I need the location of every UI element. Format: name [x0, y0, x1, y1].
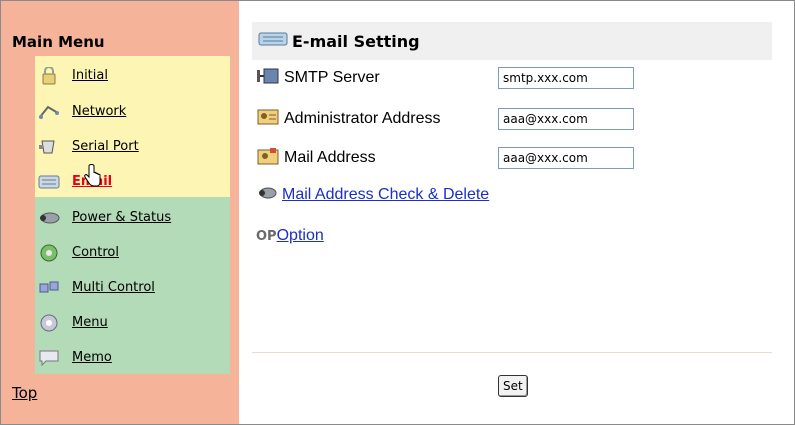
option-link[interactable]: Option — [277, 227, 324, 245]
sidebar-item-label[interactable]: Network — [72, 104, 126, 119]
sidebar-title: Main Menu — [12, 33, 105, 51]
sidebar-item-menu[interactable]: Menu — [38, 305, 228, 340]
serial-port-icon — [38, 138, 60, 156]
sidebar-item-multi-control[interactable]: Multi Control — [38, 270, 228, 305]
top-link[interactable]: Top — [12, 384, 37, 402]
sidebar-item-power-status[interactable]: Power & Status — [38, 200, 228, 235]
hand-cursor-icon — [83, 164, 103, 192]
menu-icon — [38, 314, 60, 332]
control-icon — [38, 244, 60, 262]
option-icon: OP — [256, 228, 277, 244]
sidebar-item-label[interactable]: Control — [72, 245, 119, 260]
mail-address-check-delete-link[interactable]: Mail Address Check & Delete — [282, 186, 489, 204]
administrator-address-input[interactable]: aaa@xxx.com — [498, 108, 634, 130]
check-delete-row: Mail Address Check & Delete — [256, 186, 489, 204]
mail-address-input[interactable]: aaa@xxx.com — [498, 147, 634, 169]
sidebar-item-label[interactable]: Power & Status — [72, 210, 171, 225]
mail-address-row: Mail Address — [256, 144, 376, 172]
mail-address-icon — [256, 146, 280, 170]
lock-icon — [38, 66, 60, 85]
bullet-icon — [256, 186, 278, 204]
administrator-icon — [256, 107, 280, 131]
sidebar-item-label[interactable]: Memo — [72, 350, 112, 365]
set-button[interactable]: Set — [498, 375, 528, 397]
sidebar-item-label[interactable]: Multi Control — [72, 280, 155, 295]
administrator-address-label: Administrator Address — [284, 110, 441, 127]
section-header: E-mail Setting — [252, 22, 772, 60]
sidebar-item-serial-port[interactable]: Serial Port — [38, 129, 228, 164]
divider — [252, 352, 772, 353]
option-row: OP Option — [256, 227, 324, 245]
page-title: E-mail Setting — [292, 31, 420, 51]
smtp-server-label: SMTP Server — [284, 69, 380, 86]
smtp-server-input[interactable]: smtp.xxx.com — [498, 67, 634, 89]
smtp-server-row: SMTP Server — [256, 64, 380, 92]
network-icon — [38, 103, 60, 121]
sidebar-item-memo[interactable]: Memo — [38, 340, 228, 375]
mail-address-label: Mail Address — [284, 149, 376, 166]
administrator-address-row: Administrator Address — [256, 105, 441, 133]
server-icon — [256, 66, 280, 90]
sidebar-item-control[interactable]: Control — [38, 235, 228, 270]
sidebar-item-label[interactable]: Initial — [72, 68, 108, 83]
sidebar-item-initial[interactable]: Initial — [38, 58, 228, 93]
keyboard-icon — [258, 31, 288, 51]
sidebar-item-network[interactable]: Network — [38, 94, 228, 129]
multi-control-icon — [38, 279, 60, 297]
sidebar-item-label[interactable]: Menu — [72, 315, 108, 330]
sidebar-item-email[interactable]: Email — [38, 164, 228, 199]
sidebar-item-label[interactable]: Serial Port — [72, 139, 139, 154]
keyboard-icon — [38, 173, 60, 191]
projector-icon — [38, 209, 60, 227]
memo-icon — [38, 349, 60, 367]
